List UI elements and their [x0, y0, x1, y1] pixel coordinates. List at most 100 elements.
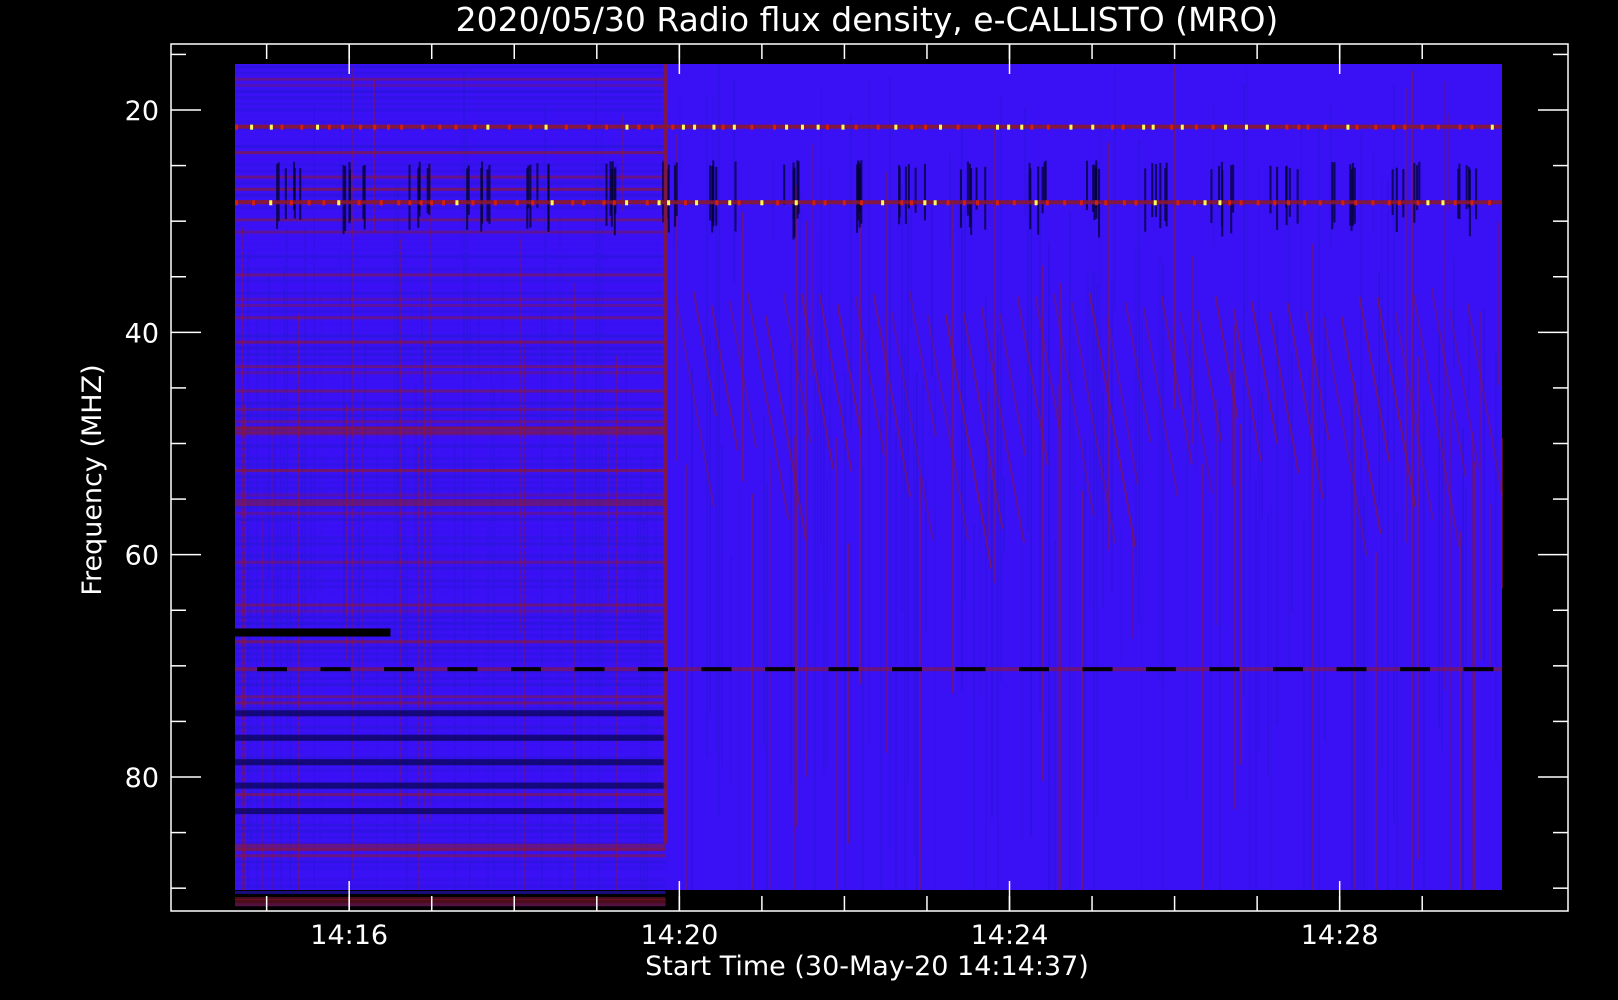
heatmap-bright-pixel: [1176, 200, 1180, 206]
heatmap-burst: [1288, 168, 1291, 217]
heatmap-stripe: [235, 750, 666, 754]
heatmap-column: [835, 437, 837, 890]
heatmap-column: [706, 96, 708, 757]
heatmap-column: [679, 91, 681, 188]
heatmap-image: [235, 64, 1504, 907]
heatmap-column: [1381, 180, 1383, 772]
heatmap-column: [1375, 552, 1377, 890]
heatmap-stripe: [235, 377, 666, 381]
heatmap-stripe: [235, 487, 666, 491]
heatmap-bright-pixel: [1416, 200, 1420, 206]
heatmap-column: [1462, 428, 1464, 890]
heatmap-bright-pixel: [1441, 200, 1445, 206]
heatmap-bright-pixel: [1403, 124, 1407, 130]
heatmap-bright-pixel: [842, 200, 846, 206]
heatmap-burst: [1391, 169, 1394, 216]
heatmap-column: [793, 436, 795, 890]
heatmap-column: [1060, 282, 1062, 890]
heatmap-bright-pixel: [387, 124, 391, 130]
heatmap-bright-pixel: [605, 124, 609, 130]
heatmap-column: [1081, 490, 1083, 890]
heatmap-bright-pixel: [1306, 124, 1310, 130]
heatmap-bright-pixel: [962, 200, 966, 206]
heatmap-dash: [1019, 667, 1049, 672]
heatmap-bright-pixel: [1397, 200, 1401, 206]
heatmap-stripe: [235, 676, 666, 680]
heatmap-bright-pixel: [910, 200, 914, 206]
heatmap-bright-pixel: [1170, 124, 1174, 130]
heatmap-stripe: [235, 352, 666, 356]
heatmap-bright-pixel: [454, 124, 458, 130]
heatmap-bright-pixel: [667, 200, 671, 206]
heatmap-dash: [257, 667, 287, 672]
heatmap-column: [1474, 461, 1476, 890]
heatmap-burst: [984, 166, 987, 230]
heatmap-burst: [675, 162, 678, 216]
heatmap-stripe: [235, 695, 666, 699]
heatmap-bright-pixel: [430, 200, 434, 206]
heatmap-stripe: [235, 310, 666, 314]
heatmap-stripe: [235, 71, 666, 75]
heatmap-column: [1021, 398, 1023, 844]
heatmap-bright-pixel: [1490, 124, 1494, 130]
heatmap-stripe: [235, 328, 666, 332]
heatmap-burst: [1457, 168, 1460, 219]
heatmap-stripe: [235, 340, 666, 344]
heatmap-bright-pixel: [1392, 124, 1396, 130]
heatmap-dash: [638, 667, 668, 672]
heatmap-bright-pixel: [1069, 124, 1073, 130]
heatmap-stripe: [235, 774, 666, 778]
heatmap-bright-pixel: [442, 200, 446, 206]
heatmap-column: [1471, 431, 1473, 890]
heatmap-column: [904, 345, 906, 890]
heatmap-stripe: [235, 420, 666, 424]
heatmap-bright-pixel: [1046, 124, 1050, 130]
heatmap-bright-pixel: [529, 124, 533, 130]
heatmap-bright-pixel: [876, 124, 880, 130]
heatmap-column: [811, 144, 813, 377]
heatmap-column: [889, 75, 891, 848]
heatmap-column: [1360, 133, 1362, 890]
y-axis-title: Frequency (MHZ): [77, 364, 108, 595]
heatmap-dash: [1273, 667, 1303, 672]
heatmap-bright-pixel: [956, 124, 960, 130]
heatmap-stripe: [235, 389, 666, 393]
heatmap-bright-pixel: [900, 200, 904, 206]
heatmap-bright-pixel: [995, 124, 999, 130]
heatmap-bright-pixel: [1426, 200, 1430, 206]
heatmap-bright-pixel: [1341, 200, 1345, 206]
heatmap-column: [1186, 444, 1188, 803]
heatmap-bright-pixel: [1007, 124, 1011, 130]
heatmap-bright-pixel: [1371, 200, 1375, 206]
heatmap-stripe: [235, 884, 666, 888]
heatmap-bright-pixel: [794, 200, 798, 206]
heatmap-burst: [1155, 163, 1158, 217]
heatmap-column: [1048, 241, 1050, 890]
heatmap-burst: [344, 166, 347, 231]
heatmap-stripe: [235, 511, 666, 515]
heatmap-bright-pixel: [681, 124, 685, 130]
heatmap-dash: [1463, 667, 1494, 672]
heatmap-stripe: [235, 725, 666, 729]
heatmap-column: [1354, 381, 1356, 890]
heatmap-stripe: [235, 829, 666, 833]
heatmap-column: [1000, 97, 1002, 682]
heatmap-stripe: [235, 236, 666, 240]
heatmap-bright-pixel: [933, 200, 937, 206]
heatmap-column: [907, 215, 909, 784]
heatmap-bright-pixel: [1273, 200, 1277, 206]
heatmap-bright-pixel: [493, 200, 497, 206]
heatmap-column: [901, 183, 903, 613]
heatmap-column: [1498, 222, 1500, 385]
heatmap-stripe: [235, 707, 666, 711]
heatmap-column: [796, 185, 798, 827]
heatmap-column: [1465, 488, 1467, 674]
heatmap-stripe: [235, 640, 666, 644]
heatmap-column: [718, 64, 720, 816]
heatmap-column: [763, 416, 765, 745]
heatmap-burst: [529, 164, 532, 228]
heatmap-column: [805, 220, 807, 777]
heatmap-column: [1243, 84, 1245, 696]
heatmap-burst: [1028, 162, 1031, 204]
heatmap-burst: [1151, 163, 1154, 218]
